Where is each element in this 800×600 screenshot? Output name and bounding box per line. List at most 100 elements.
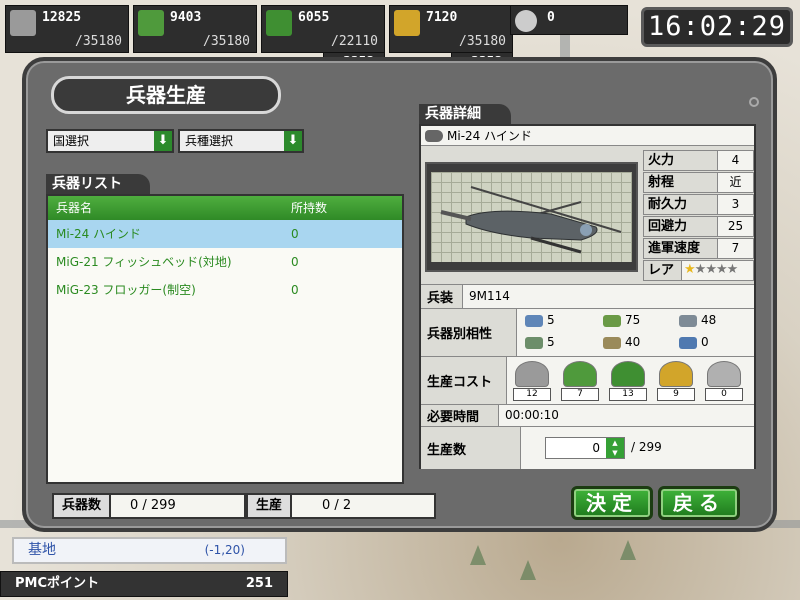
star-icon: ★ xyxy=(726,262,739,277)
gold-icon xyxy=(659,361,693,387)
pmc-value: 251 xyxy=(245,576,273,591)
pmc-label: PMCポイント xyxy=(15,576,100,591)
soldiers-max: /22110 xyxy=(331,34,378,49)
stat-evasion: 回避力 25 xyxy=(643,216,754,237)
affinity-row: 兵器別相性 5 75 48 5 40 0 xyxy=(421,308,754,356)
count-max: / 299 xyxy=(631,440,662,454)
item-owned: 0 xyxy=(291,255,299,269)
soldiers-current: 6055 xyxy=(298,10,330,25)
truck-icon xyxy=(603,336,621,349)
country-select[interactable]: 国選択 ⬇ xyxy=(46,129,174,153)
count-value: 0 xyxy=(592,441,600,455)
fuel-icon xyxy=(563,361,597,387)
fuel-icon xyxy=(138,10,164,36)
affinity-fighter: 5 xyxy=(525,313,555,327)
soldier-icon xyxy=(611,361,645,387)
weapon-list: 兵器名 所持数 Mi-24 ハインド 0 MiG-21 フィッシュベッド(対地)… xyxy=(46,194,404,484)
weapon-count-box: 兵器数 0 / 299 xyxy=(52,493,246,519)
fuel-current: 9403 xyxy=(170,10,202,25)
affinity-truck: 40 xyxy=(603,335,640,349)
star-icon: ★ xyxy=(684,262,696,277)
base-location[interactable]: 基地 (-1,20) xyxy=(12,537,287,564)
helicopter-icon xyxy=(525,336,543,349)
item-owned: 0 xyxy=(291,283,299,297)
type-select-label: 兵種選択 xyxy=(185,134,234,148)
affinity-tank: 75 xyxy=(603,313,640,327)
tank-icon xyxy=(603,314,621,327)
item-name: Mi-24 ハインド xyxy=(56,227,141,241)
list-item[interactable]: MiG-21 フィッシュベッド(対地) 0 xyxy=(48,248,402,276)
gold-max: /35180 xyxy=(459,34,506,49)
detail-weapon-name: Mi-24 ハインド xyxy=(421,126,754,146)
stat-speed: 進軍速度 7 xyxy=(643,238,754,259)
cost-fuel: 7 xyxy=(561,361,599,401)
count-stepper[interactable]: 0 ▲ ▼ xyxy=(545,437,625,459)
type-select[interactable]: 兵種選択 ⬇ xyxy=(178,129,304,153)
country-select-label: 国選択 xyxy=(53,134,90,148)
helicopter-icon xyxy=(425,130,443,142)
steel-max: /35180 xyxy=(75,34,122,49)
count-label: 生産数 xyxy=(421,427,521,469)
gold-icon xyxy=(394,10,420,36)
cost-soldiers: 13 xyxy=(609,361,647,401)
fuel-max: /35180 xyxy=(203,34,250,49)
item-name: MiG-21 フィッシュベッド(対地) xyxy=(56,255,232,269)
armament-value: 9M114 xyxy=(469,289,510,303)
back-button[interactable]: 戻る xyxy=(658,486,740,520)
affinity-ship: 48 xyxy=(679,313,716,327)
weapon-image xyxy=(425,162,638,272)
cost-tires: 0 xyxy=(705,361,743,401)
stat-range: 射程近 xyxy=(643,172,754,193)
affinity-label: 兵器別相性 xyxy=(421,309,517,356)
item-name: MiG-23 フロッガー(制空) xyxy=(56,283,196,297)
affinity-helicopter: 5 xyxy=(525,335,555,349)
soldier-icon xyxy=(266,10,292,36)
tire-icon xyxy=(515,10,537,32)
production-value: 0 / 2 xyxy=(322,498,352,513)
item-owned: 0 xyxy=(291,227,299,241)
cost-row: 生産コスト 12 7 13 9 0 xyxy=(421,356,754,404)
list-item[interactable]: Mi-24 ハインド 0 xyxy=(48,220,402,248)
base-label: 基地 xyxy=(28,542,56,558)
production-panel: 兵器生産 国選択 ⬇ 兵種選択 ⬇ 兵器リスト 兵器名 所持数 Mi-24 ハイ… xyxy=(22,57,777,532)
resource-steel: 12825 /35180 xyxy=(5,5,129,53)
resource-soldiers: 6055 /22110 xyxy=(261,5,385,53)
time-value: 00:00:10 xyxy=(505,408,559,422)
game-clock: 16:02:29 xyxy=(641,7,793,47)
cost-gold: 9 xyxy=(657,361,695,401)
star-icon: ★ xyxy=(715,262,728,277)
tire-icon xyxy=(707,361,741,387)
decrement-button[interactable]: ▼ xyxy=(606,448,624,458)
cost-label: 生産コスト xyxy=(421,357,507,404)
list-header: 兵器名 所持数 xyxy=(48,196,402,220)
production-count-box: 生産 0 / 2 xyxy=(246,493,436,519)
weapon-detail: Mi-24 ハインド 火力 4 射程近 耐久力 3 回避力 25 進軍速度 7 レ xyxy=(419,124,756,469)
header-owned: 所持数 xyxy=(291,201,328,215)
weapon-count-value: 0 / 299 xyxy=(130,498,176,513)
list-item[interactable]: MiG-23 フロッガー(制空) 0 xyxy=(48,276,402,304)
gold-current: 7120 xyxy=(426,10,458,25)
production-label: 生産 xyxy=(248,495,293,517)
arrow-down-icon: ⬇ xyxy=(284,131,302,151)
arrow-down-icon: ⬇ xyxy=(154,131,172,151)
count-row: 生産数 0 ▲ ▼ / 299 xyxy=(421,426,754,469)
increment-button[interactable]: ▲ xyxy=(606,438,624,448)
panel-title: 兵器生産 xyxy=(51,76,281,114)
pmc-points: PMCポイント 251 xyxy=(0,571,288,597)
resource-fuel: 9403 /35180 xyxy=(133,5,257,53)
armament-label: 兵装 xyxy=(421,285,463,308)
armament-row: 兵装 9M114 xyxy=(421,284,754,308)
steel-icon xyxy=(515,361,549,387)
weapon-count-label: 兵器数 xyxy=(54,495,112,517)
star-icon: ★ xyxy=(694,262,707,277)
time-row: 必要時間 00:00:10 xyxy=(421,404,754,426)
steel-icon xyxy=(10,10,36,36)
panel-corner-icon xyxy=(749,97,759,107)
weapon-stats: 火力 4 射程近 耐久力 3 回避力 25 進軍速度 7 レア ★★★★★ xyxy=(643,150,754,282)
confirm-button[interactable]: 決定 xyxy=(571,486,653,520)
rarity-stars: ★★★★★ xyxy=(684,262,739,277)
resource-gold: 7120 /35180 xyxy=(389,5,513,53)
star-icon: ★ xyxy=(705,262,717,277)
ship-icon xyxy=(679,314,697,327)
header-name: 兵器名 xyxy=(56,201,93,215)
